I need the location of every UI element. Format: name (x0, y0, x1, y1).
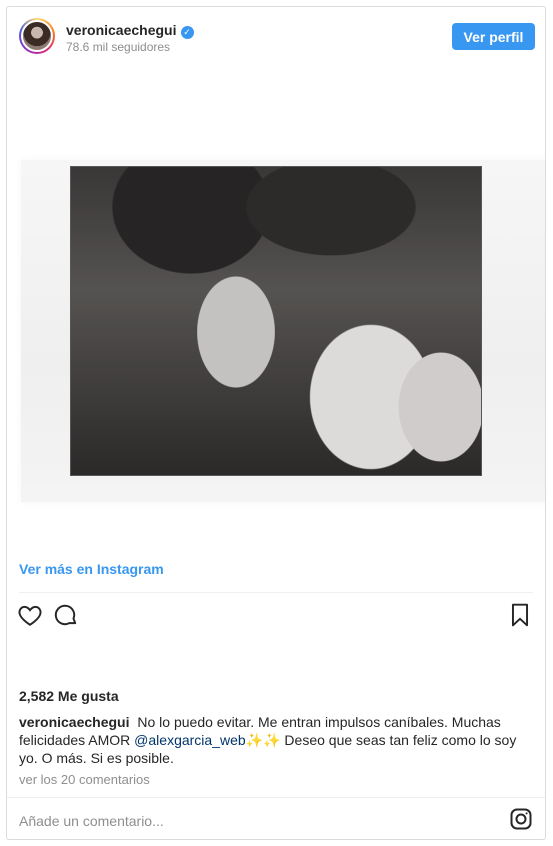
comment-icon[interactable] (53, 602, 79, 628)
view-profile-button[interactable]: Ver perfil (452, 23, 535, 50)
caption-mention-link[interactable]: @alexgarcia_web (134, 732, 246, 748)
username[interactable]: veronicaechegui ✓ (66, 22, 194, 39)
bookmark-icon[interactable] (507, 602, 533, 628)
instagram-logo-icon[interactable] (509, 807, 533, 831)
instagram-embed: veronicaechegui ✓ 78.6 mil seguidores Ver… (6, 6, 546, 840)
add-comment-field[interactable]: Añade un comentario... (19, 813, 164, 829)
avatar-image (21, 20, 53, 52)
caption-username[interactable]: veronicaechegui (19, 714, 130, 730)
divider (7, 797, 545, 798)
post-media[interactable] (7, 67, 545, 607)
view-comments-link[interactable]: ver los 20 comentarios (19, 772, 150, 787)
heart-icon[interactable] (17, 602, 43, 628)
likes-count[interactable]: 2,582 Me gusta (19, 688, 119, 704)
divider (19, 592, 533, 593)
post-header: veronicaechegui ✓ 78.6 mil seguidores Ver… (7, 7, 545, 67)
verified-badge-icon: ✓ (180, 26, 194, 39)
followers-count: 78.6 mil seguidores (66, 40, 171, 54)
username-text[interactable]: veronicaechegui (66, 22, 177, 38)
avatar[interactable] (19, 18, 55, 54)
post-caption: veronicaechegui No lo puedo evitar. Me e… (19, 713, 535, 767)
view-more-link[interactable]: Ver más en Instagram (19, 561, 164, 577)
post-photo (70, 166, 482, 476)
